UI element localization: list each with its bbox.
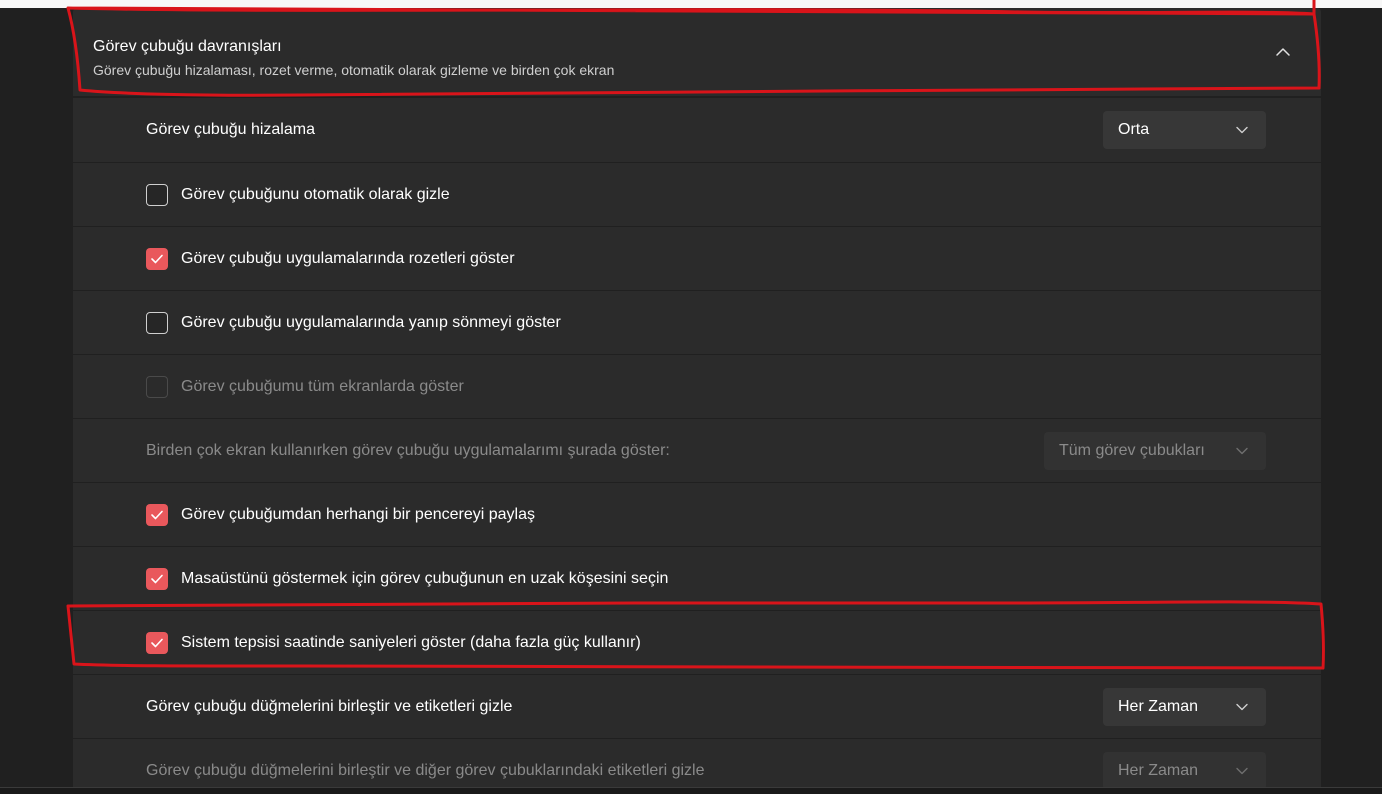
row-label: Görev çubuğunu otomatik olarak gizle (181, 185, 450, 203)
checkmark-icon (151, 510, 163, 519)
checkmark-icon (151, 254, 163, 263)
row-label: Görev çubuğu düğmelerini birleştir ve di… (146, 761, 705, 779)
taskbar-behaviors-panel: Görev çubuğu davranışları Görev çubuğu h… (73, 8, 1321, 787)
show-badges-checkbox[interactable] (146, 247, 168, 270)
show-seconds-checkbox[interactable] (146, 631, 168, 654)
chevron-down-icon (1236, 767, 1248, 774)
row-label: Birden çok ekran kullanırken görev çubuğ… (146, 441, 670, 459)
chevron-down-icon (1236, 126, 1248, 134)
combine-other-taskbars-row: Görev çubuğu düğmelerini birleştir ve di… (73, 739, 1321, 787)
window-top-edge (0, 0, 1382, 8)
share-window-row[interactable]: Görev çubuğumdan herhangi bir pencereyi … (73, 483, 1321, 546)
multi-display-apps-row: Birden çok ekran kullanırken görev çubuğ… (73, 419, 1321, 482)
dropdown-value: Her Zaman (1118, 761, 1199, 779)
all-displays-checkbox (146, 375, 168, 398)
all-displays-row: Görev çubuğumu tüm ekranlarda göster (73, 355, 1321, 418)
section-subtitle: Görev çubuğu hizalaması, rozet verme, ot… (93, 62, 615, 78)
row-label: Sistem tepsisi saatinde saniyeleri göste… (181, 633, 641, 651)
row-label: Görev çubuğu uygulamalarında rozetleri g… (181, 249, 515, 267)
show-seconds-row[interactable]: Sistem tepsisi saatinde saniyeleri göste… (73, 611, 1321, 674)
auto-hide-row[interactable]: Görev çubuğunu otomatik olarak gizle (73, 163, 1321, 226)
checkmark-icon (151, 638, 163, 647)
multi-display-apps-dropdown: Tüm görev çubukları (1044, 431, 1266, 470)
row-label: Görev çubuğu uygulamalarında yanıp sönme… (181, 313, 561, 331)
show-badges-row[interactable]: Görev çubuğu uygulamalarında rozetleri g… (73, 227, 1321, 290)
row-label: Görev çubuğu düğmelerini birleştir ve et… (146, 697, 513, 715)
combine-buttons-dropdown[interactable]: Her Zaman (1103, 687, 1266, 726)
chevron-down-icon (1236, 703, 1248, 710)
far-corner-checkbox[interactable] (146, 567, 168, 590)
taskbar-alignment-row: Görev çubuğu hizalama Orta (73, 98, 1321, 162)
chevron-down-icon (1236, 447, 1248, 454)
share-window-checkbox[interactable] (146, 503, 168, 526)
dropdown-value: Her Zaman (1118, 697, 1199, 715)
row-label: Masaüstünü göstermek için görev çubuğunu… (181, 569, 669, 587)
far-corner-row[interactable]: Masaüstünü göstermek için görev çubuğunu… (73, 547, 1321, 610)
dropdown-value: Tüm görev çubukları (1059, 441, 1205, 459)
row-label: Görev çubuğumu tüm ekranlarda göster (181, 377, 464, 395)
taskbar-alignment-dropdown[interactable]: Orta (1103, 111, 1266, 149)
combine-other-taskbars-dropdown: Her Zaman (1103, 751, 1266, 787)
chevron-up-icon[interactable] (1275, 46, 1291, 58)
show-flashing-row[interactable]: Görev çubuğu uygulamalarında yanıp sönme… (73, 291, 1321, 354)
row-label: Görev çubuğu hizalama (146, 121, 315, 138)
combine-buttons-row: Görev çubuğu düğmelerini birleştir ve et… (73, 675, 1321, 738)
auto-hide-checkbox[interactable] (146, 183, 168, 206)
checkmark-icon (151, 574, 163, 583)
dropdown-value: Orta (1118, 121, 1150, 138)
show-flashing-checkbox[interactable] (146, 311, 168, 334)
taskbar-behaviors-header[interactable]: Görev çubuğu davranışları Görev çubuğu h… (73, 8, 1321, 96)
section-title: Görev çubuğu davranışları (93, 38, 282, 55)
row-label: Görev çubuğumdan herhangi bir pencereyi … (181, 505, 535, 523)
